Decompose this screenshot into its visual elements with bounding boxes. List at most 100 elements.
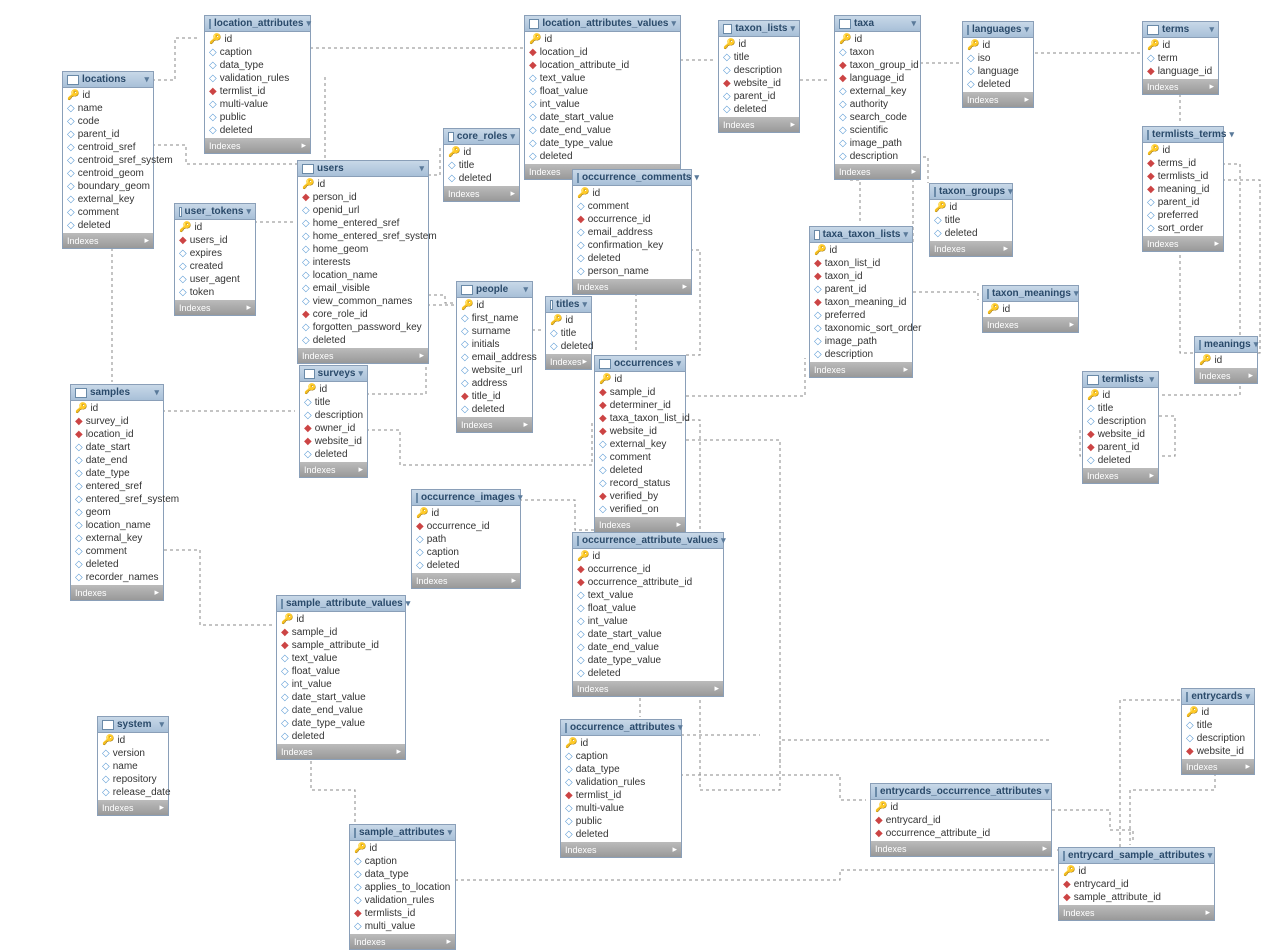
column-address[interactable]: ◇address (461, 377, 528, 390)
indexes-section[interactable]: Indexes▸ (1195, 368, 1257, 383)
column-external_key[interactable]: ◇external_key (839, 85, 916, 98)
column-code[interactable]: ◇code (67, 115, 149, 128)
table-header[interactable]: location_attributes▾ (205, 16, 310, 32)
column-id[interactable]: 🔑id (1199, 354, 1253, 367)
column-home_entered_sref[interactable]: ◇home_entered_sref (302, 217, 424, 230)
indexes-section[interactable]: Indexes▸ (573, 681, 723, 696)
table-locations[interactable]: locations▾🔑id◇name◇code◇parent_id◇centro… (62, 71, 154, 249)
column-id[interactable]: 🔑id (1147, 39, 1214, 52)
table-header[interactable]: user_tokens▾ (175, 204, 255, 220)
table-entrycards[interactable]: entrycards▾🔑id◇title◇description◆website… (1181, 688, 1255, 775)
column-data_type[interactable]: ◇data_type (354, 868, 451, 881)
column-id[interactable]: 🔑id (875, 801, 1047, 814)
column-id[interactable]: 🔑id (723, 38, 795, 51)
dropdown-icon[interactable]: ▾ (1008, 186, 1013, 197)
indexes-section[interactable]: Indexes▸ (1143, 236, 1223, 251)
indexes-section[interactable]: Indexes▸ (98, 800, 168, 815)
column-description[interactable]: ◇description (1186, 732, 1250, 745)
table-languages[interactable]: languages▾🔑id◇iso◇language◇deletedIndexe… (962, 21, 1034, 108)
column-id[interactable]: 🔑id (354, 842, 451, 855)
table-header[interactable]: system▾ (98, 717, 168, 733)
column-caption[interactable]: ◇caption (354, 855, 451, 868)
table-taxon_meanings[interactable]: taxon_meanings▾🔑idIndexes▸ (982, 285, 1079, 333)
column-website_id[interactable]: ◆website_id (723, 77, 795, 90)
column-description[interactable]: ◇description (839, 150, 916, 163)
column-id[interactable]: 🔑id (599, 373, 681, 386)
indexes-section[interactable]: Indexes▸ (1059, 905, 1214, 920)
column-id[interactable]: 🔑id (304, 383, 363, 396)
dropdown-icon[interactable]: ▾ (358, 368, 363, 379)
indexes-section[interactable]: Indexes▸ (573, 279, 691, 294)
column-id[interactable]: 🔑id (448, 146, 515, 159)
column-email_address[interactable]: ◇email_address (577, 226, 687, 239)
column-title[interactable]: ◇title (550, 327, 587, 340)
column-description[interactable]: ◇description (814, 348, 908, 361)
column-preferred[interactable]: ◇preferred (814, 309, 908, 322)
table-occurrence_attributes[interactable]: occurrence_attributes▾🔑id◇caption◇data_t… (560, 719, 682, 858)
column-terms_id[interactable]: ◆terms_id (1147, 157, 1219, 170)
column-occurrence_attribute_id[interactable]: ◆occurrence_attribute_id (577, 576, 719, 589)
dropdown-icon[interactable]: ▾ (306, 18, 311, 29)
indexes-section[interactable]: Indexes▸ (175, 300, 255, 315)
column-id[interactable]: 🔑id (934, 201, 1008, 214)
column-float_value[interactable]: ◇float_value (577, 602, 719, 615)
column-id[interactable]: 🔑id (1186, 706, 1250, 719)
column-sample_attribute_id[interactable]: ◆sample_attribute_id (1063, 891, 1210, 904)
column-deleted[interactable]: ◇deleted (281, 730, 401, 743)
column-title[interactable]: ◇title (934, 214, 1008, 227)
indexes-section[interactable]: Indexes▸ (63, 233, 153, 248)
indexes-section[interactable]: Indexes▸ (1083, 468, 1158, 483)
indexes-section[interactable]: Indexes▸ (350, 934, 455, 949)
table-samples[interactable]: samples▾🔑id◆survey_id◆location_id◇date_s… (70, 384, 164, 601)
column-id[interactable]: 🔑id (416, 507, 516, 520)
table-header[interactable]: users▾ (298, 161, 428, 177)
column-termlists_id[interactable]: ◆termlists_id (354, 907, 451, 920)
dropdown-icon[interactable]: ▾ (523, 284, 528, 295)
column-parent_id[interactable]: ◇parent_id (1147, 196, 1219, 209)
column-deleted[interactable]: ◇deleted (577, 667, 719, 680)
column-email_address[interactable]: ◇email_address (461, 351, 528, 364)
column-title[interactable]: ◇title (1186, 719, 1250, 732)
column-termlist_id[interactable]: ◆termlist_id (209, 85, 306, 98)
column-id[interactable]: 🔑id (565, 737, 677, 750)
table-header[interactable]: locations▾ (63, 72, 153, 88)
column-image_path[interactable]: ◇image_path (814, 335, 908, 348)
indexes-section[interactable]: Indexes▸ (561, 842, 681, 857)
column-first_name[interactable]: ◇first_name (461, 312, 528, 325)
table-header[interactable]: core_roles▾ (444, 129, 519, 145)
column-name[interactable]: ◇name (67, 102, 149, 115)
table-taxon_groups[interactable]: taxon_groups▾🔑id◇title◇deletedIndexes▸ (929, 183, 1013, 257)
table-header[interactable]: taxon_lists▾ (719, 21, 799, 37)
column-home_entered_sref_system[interactable]: ◇home_entered_sref_system (302, 230, 424, 243)
table-header[interactable]: taxon_groups▾ (930, 184, 1012, 200)
table-system[interactable]: system▾🔑id◇version◇name◇repository◇relea… (97, 716, 169, 816)
column-centroid_geom[interactable]: ◇centroid_geom (67, 167, 149, 180)
column-determiner_id[interactable]: ◆determiner_id (599, 399, 681, 412)
column-entered_sref[interactable]: ◇entered_sref (75, 480, 159, 493)
table-header[interactable]: termlists_terms▾ (1143, 127, 1223, 143)
column-sort_order[interactable]: ◇sort_order (1147, 222, 1219, 235)
column-entered_sref_system[interactable]: ◇entered_sref_system (75, 493, 159, 506)
indexes-section[interactable]: Indexes▸ (1182, 759, 1254, 774)
dropdown-icon[interactable]: ▾ (911, 18, 916, 29)
table-header[interactable]: occurrences▾ (595, 356, 685, 372)
column-occurrence_attribute_id[interactable]: ◆occurrence_attribute_id (875, 827, 1047, 840)
column-external_key[interactable]: ◇external_key (75, 532, 159, 545)
column-website_id[interactable]: ◆website_id (1186, 745, 1250, 758)
column-centroid_sref[interactable]: ◇centroid_sref (67, 141, 149, 154)
column-users_id[interactable]: ◆users_id (179, 234, 251, 247)
column-public[interactable]: ◇public (565, 815, 677, 828)
column-website_url[interactable]: ◇website_url (461, 364, 528, 377)
table-entrycards_occurrence_attributes[interactable]: entrycards_occurrence_attributes▾🔑id◆ent… (870, 783, 1052, 857)
column-date_type_value[interactable]: ◇date_type_value (577, 654, 719, 667)
column-entrycard_id[interactable]: ◆entrycard_id (1063, 878, 1210, 891)
column-location_id[interactable]: ◆location_id (75, 428, 159, 441)
table-location_attributes[interactable]: location_attributes▾🔑id◇caption◇data_typ… (204, 15, 311, 154)
indexes-section[interactable]: Indexes▸ (871, 841, 1051, 856)
column-parent_id[interactable]: ◇parent_id (67, 128, 149, 141)
column-id[interactable]: 🔑id (461, 299, 528, 312)
column-id[interactable]: 🔑id (577, 550, 719, 563)
column-deleted[interactable]: ◇deleted (565, 828, 677, 841)
table-occurrence_images[interactable]: occurrence_images▾🔑id◆occurrence_id◇path… (411, 489, 521, 589)
column-title[interactable]: ◇title (304, 396, 363, 409)
